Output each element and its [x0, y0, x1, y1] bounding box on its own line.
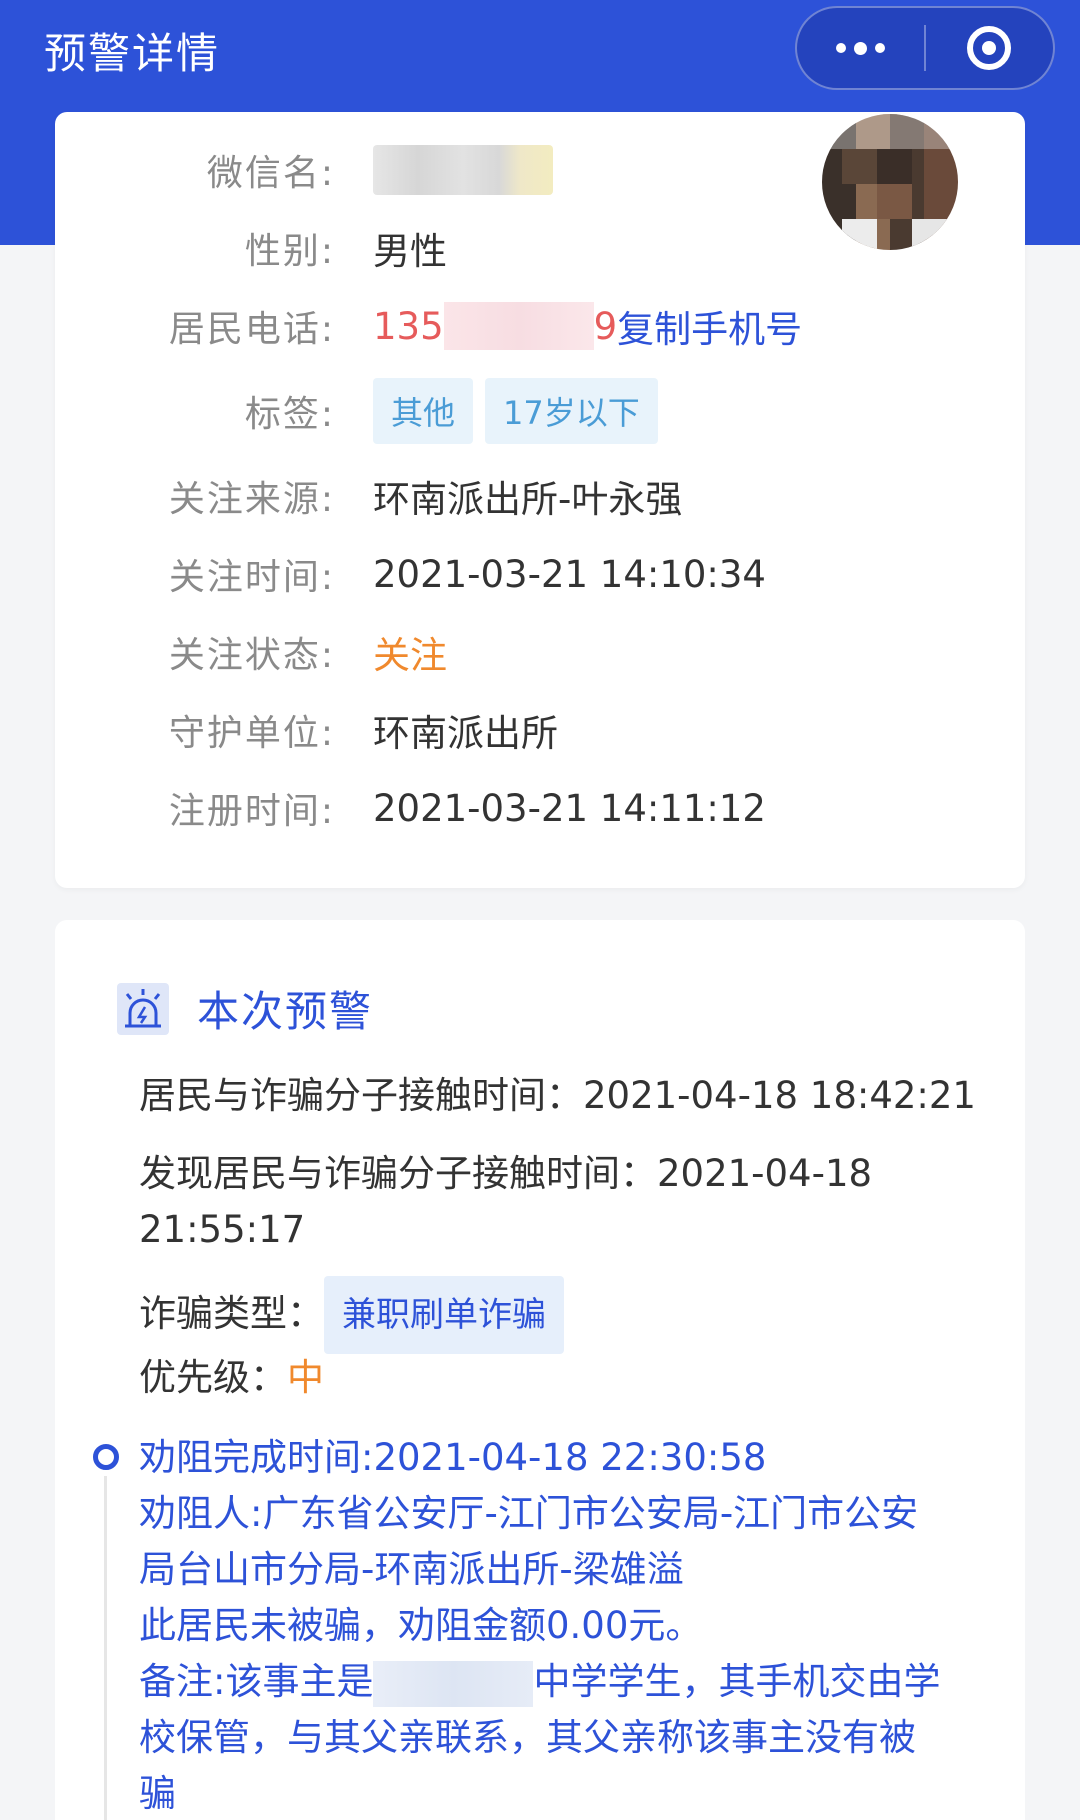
- alert-card: 本次预警 居民与诈骗分子接触时间：2021-04-18 18:42:21 发现居…: [55, 920, 1025, 1820]
- timeline-dot-icon: [93, 1444, 119, 1470]
- fraud-type-label: 诈骗类型：: [139, 1292, 324, 1335]
- follow-time-value: 2021-03-21 14:10:34: [373, 552, 766, 596]
- guard-unit-label: 守护单位:: [168, 713, 335, 754]
- mini-program-capsule: [795, 6, 1055, 90]
- close-target-icon: [967, 26, 1012, 70]
- contact-time: 居民与诈骗分子接触时间：2021-04-18 18:42:21: [139, 1074, 976, 1117]
- register-time-value: 2021-03-21 14:11:12: [373, 786, 766, 830]
- found-time-line2: 21:55:17: [139, 1208, 306, 1251]
- more-button[interactable]: [797, 8, 924, 88]
- persuade-time: 劝阻完成时间:2021-04-18 22:30:58: [139, 1436, 767, 1479]
- wechat-name-row: 微信名:: [55, 140, 1025, 200]
- status-row: 关注状态: 关注: [55, 622, 1025, 682]
- guard-unit-row: 守护单位: 环南派出所: [55, 700, 1025, 760]
- priority-label: 优先级：: [139, 1356, 287, 1399]
- phone-row: 居民电话: 135 9 复制手机号: [55, 296, 1025, 356]
- gender-label: 性别:: [244, 231, 335, 272]
- tag-under-17: 17岁以下: [485, 378, 658, 444]
- alert-header: 本次预警: [115, 978, 373, 1039]
- status-value: 关注: [373, 634, 447, 677]
- tag-other: 其他: [373, 378, 474, 444]
- priority-row: 优先级：中: [139, 1350, 989, 1406]
- gender-row: 性别: 男性: [55, 218, 1025, 278]
- source-row: 关注来源: 环南派出所-叶永强: [55, 466, 1025, 526]
- phone-suffix: 9: [593, 304, 618, 348]
- register-time-label: 注册时间:: [168, 791, 335, 832]
- note-line2: 校保管，与其父亲联系，其父亲称该事主没有被: [139, 1716, 916, 1759]
- follow-time-label: 关注时间:: [168, 557, 335, 598]
- phone-blurred: [443, 302, 594, 350]
- follow-time-row: 关注时间: 2021-03-21 14:10:34: [55, 544, 1025, 604]
- persuade-result: 此居民未被骗，劝阻金额0.00元。: [139, 1604, 703, 1647]
- register-time-row: 注册时间: 2021-03-21 14:11:12: [55, 778, 1025, 838]
- phone-prefix: 135: [373, 304, 444, 348]
- note-rest: 中学学生，其手机交由学: [533, 1660, 941, 1703]
- persuader-line2: 局台山市分局-环南派出所-梁雄溢: [139, 1548, 684, 1591]
- more-dots-icon: [836, 41, 885, 55]
- note-line3: 骗: [139, 1772, 176, 1815]
- guard-unit-value: 环南派出所: [373, 712, 558, 755]
- resident-info-card: 微信名: 性别: 男性 居民电话: 135 9 复制手机号 标签: 其他 17岁…: [55, 112, 1025, 888]
- source-label: 关注来源:: [168, 479, 335, 520]
- school-name-blurred: [373, 1660, 534, 1707]
- source-value: 环南派出所-叶永强: [373, 478, 683, 521]
- tags-label: 标签:: [244, 394, 335, 435]
- note-line1: 备注:该事主是 中学学生，其手机交由学: [139, 1654, 989, 1710]
- alert-title: 本次预警: [197, 987, 374, 1036]
- close-button[interactable]: [926, 8, 1053, 88]
- persuader-line1: 劝阻人:广东省公安厅-江门市公安局-江门市公安: [139, 1492, 919, 1535]
- fraud-type-row: 诈骗类型： 兼职刷单诈骗: [139, 1276, 989, 1354]
- fraud-type-tag: 兼职刷单诈骗: [324, 1276, 564, 1354]
- page-title: 预警详情: [44, 29, 221, 78]
- tags-row: 标签: 其他 17岁以下: [55, 376, 1025, 446]
- found-time-line1: 发现居民与诈骗分子接触时间：2021-04-18: [139, 1152, 873, 1195]
- copy-phone-link[interactable]: 复制手机号: [617, 299, 802, 353]
- wechat-name-label: 微信名:: [206, 153, 335, 194]
- wechat-name-blurred: [373, 145, 553, 195]
- note-prefix: 备注:该事主是: [139, 1660, 374, 1703]
- gender-value: 男性: [373, 230, 447, 273]
- priority-value: 中: [287, 1356, 324, 1399]
- status-label: 关注状态:: [168, 635, 335, 676]
- alarm-siren-icon: [117, 982, 169, 1035]
- timeline-line: [104, 1476, 107, 1820]
- phone-label: 居民电话:: [168, 309, 335, 350]
